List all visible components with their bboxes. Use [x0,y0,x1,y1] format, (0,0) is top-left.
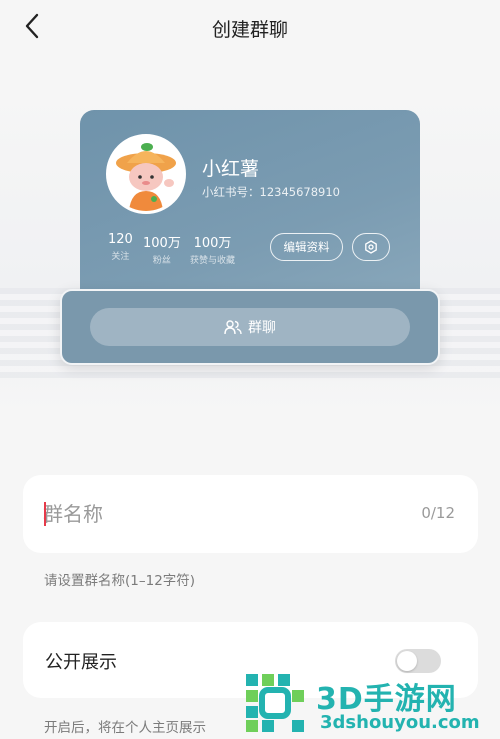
edit-profile-button: 编辑资料 [270,233,343,261]
chevron-left-icon [25,13,39,39]
public-display-label: 公开展示 [45,652,117,673]
group-name-hint: 请设置群名称(1–12字符) [44,573,196,589]
stat-following: 120 关注 [108,232,133,262]
page-title: 创建群聊 [211,18,288,41]
users-icon [224,320,242,335]
settings-button [352,233,390,261]
gear-icon [365,240,377,254]
group-chat-button: 群聊 [90,308,410,346]
stat-value: 100万 [143,236,181,251]
watermark-url: 3dshouyou.com [320,712,480,733]
stat-likes: 100万 获赞与收藏 [190,232,235,266]
stat-label: 粉丝 [152,256,171,266]
stat-value: 100万 [193,236,232,251]
back-button[interactable] [18,12,46,40]
public-display-hint: 开启后，将在个人主页展示 [44,720,206,736]
watermark: 3D手游网 3dshouyou.com [240,668,500,739]
profile-card: 小红薯 小红书号：12345678910 120 关注 100万 粉丝 100万… [80,110,420,310]
stat-followers: 100万 粉丝 [143,232,181,266]
group-chat-card: 群聊 [60,289,440,365]
watermark-logo-icon [246,674,304,732]
group-chat-label: 群聊 [248,320,276,336]
avatar [106,134,186,214]
stat-label: 获赞与收藏 [190,256,236,266]
nickname: 小红薯 [202,158,260,180]
text-cursor [44,502,46,526]
stat-label: 关注 [111,252,130,262]
header: 创建群聊 [0,0,500,56]
char-counter: 0/12 [421,504,455,522]
profile-preview-area: 小红薯 小红书号：12345678910 120 关注 100万 粉丝 100万… [0,88,500,418]
stat-value: 120 [108,232,133,247]
user-id: 小红书号：12345678910 [202,185,340,199]
group-name-input[interactable] [43,497,383,531]
group-name-card: 0/12 [23,475,478,553]
